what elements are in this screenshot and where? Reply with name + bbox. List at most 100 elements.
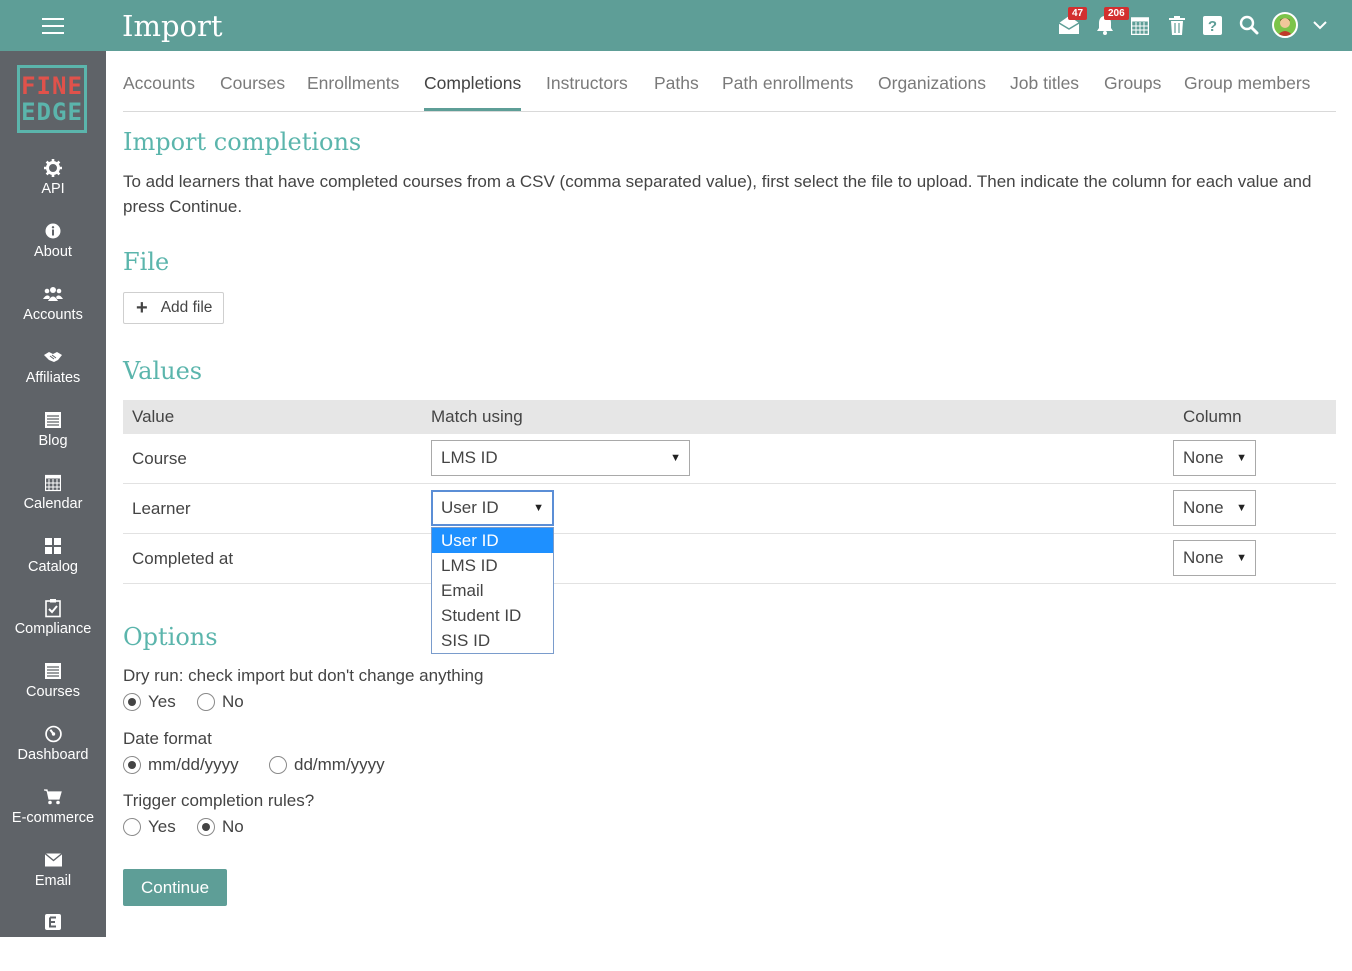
dropdown-arrow-icon: ▼ bbox=[1236, 502, 1247, 514]
table-header: Value Match using Column bbox=[123, 400, 1336, 434]
sidebar-item-accounts[interactable]: Accounts bbox=[0, 283, 106, 343]
chevron-down-icon bbox=[1313, 20, 1327, 29]
info-icon bbox=[45, 223, 61, 239]
tab-group-members[interactable]: Group members bbox=[1184, 73, 1310, 94]
dropdown-option-sis-id[interactable]: SIS ID bbox=[432, 628, 553, 653]
course-column-select[interactable]: None ▼ bbox=[1173, 440, 1256, 476]
search-icon bbox=[1239, 15, 1259, 35]
sidebar-item-label: Courses bbox=[26, 684, 80, 700]
completed-at-column-select[interactable]: None ▼ bbox=[1173, 540, 1256, 576]
dashboard-icon bbox=[44, 725, 62, 743]
learner-column-select[interactable]: None ▼ bbox=[1173, 490, 1256, 526]
avatar[interactable] bbox=[1272, 12, 1298, 38]
completed-at-column-value: None bbox=[1183, 548, 1224, 567]
section-heading-values: Values bbox=[123, 357, 203, 385]
gear-icon bbox=[44, 159, 62, 177]
calendar-icon bbox=[45, 474, 61, 492]
column-header-match-using: Match using bbox=[431, 407, 523, 426]
svg-text:?: ? bbox=[1207, 18, 1216, 35]
sidebar-item-catalog[interactable]: Catalog bbox=[0, 535, 106, 595]
sidebar-item-email[interactable]: Email bbox=[0, 849, 106, 909]
section-heading-options: Options bbox=[123, 623, 218, 651]
dry-run-no-radio[interactable]: No bbox=[197, 692, 244, 712]
fine-edge-logo[interactable]: FINE EDGE bbox=[17, 65, 87, 133]
value-label-learner: Learner bbox=[132, 499, 191, 518]
section-heading-import-completions: Import completions bbox=[123, 128, 362, 156]
trash-icon bbox=[1169, 15, 1185, 35]
sidebar-item-about[interactable]: About bbox=[0, 220, 106, 280]
radio-circle bbox=[197, 818, 215, 836]
tab-enrollments[interactable]: Enrollments bbox=[307, 73, 399, 94]
sidebar-item-e-commerce[interactable]: E-commerce bbox=[0, 786, 106, 846]
continue-button[interactable]: Continue bbox=[123, 869, 227, 906]
course-match-select[interactable]: LMS ID ▼ bbox=[431, 440, 690, 476]
sidebar-item-label: About bbox=[34, 244, 72, 260]
tab-accounts[interactable]: Accounts bbox=[123, 73, 195, 94]
learner-column-value: None bbox=[1183, 498, 1224, 517]
tab-instructors[interactable]: Instructors bbox=[546, 73, 628, 94]
plus-icon: + bbox=[136, 297, 148, 319]
column-header-value: Value bbox=[132, 407, 175, 426]
tab-groups[interactable]: Groups bbox=[1104, 73, 1161, 94]
radio-circle bbox=[123, 693, 141, 711]
menu-toggle-button[interactable] bbox=[0, 0, 106, 51]
notifications-badge: 206 bbox=[1104, 7, 1129, 20]
hamburger-icon bbox=[42, 15, 64, 36]
date-format-mmddyyyy-radio[interactable]: mm/dd/yyyy bbox=[123, 755, 239, 775]
messages-button[interactable]: 47 bbox=[1057, 7, 1088, 37]
dropdown-arrow-icon: ▼ bbox=[670, 452, 681, 464]
logo-text-bottom: EDGE bbox=[21, 98, 83, 126]
dropdown-option-user-id[interactable]: User ID bbox=[432, 528, 553, 553]
add-file-button[interactable]: + Add file bbox=[123, 292, 224, 324]
sidebar-item-dashboard[interactable]: Dashboard bbox=[0, 723, 106, 783]
tab-paths[interactable]: Paths bbox=[654, 73, 699, 94]
radio-label: mm/dd/yyyy bbox=[148, 755, 239, 774]
users-icon bbox=[43, 287, 63, 301]
sidebar-item-api[interactable]: API bbox=[0, 157, 106, 217]
sidebar-item-label: Catalog bbox=[28, 559, 78, 575]
date-format-question: Date format bbox=[123, 729, 212, 748]
messages-badge: 47 bbox=[1068, 7, 1088, 20]
add-file-label: Add file bbox=[160, 299, 213, 316]
dropdown-arrow-icon: ▼ bbox=[533, 502, 544, 514]
tab-organizations[interactable]: Organizations bbox=[878, 73, 986, 94]
radio-circle bbox=[123, 818, 141, 836]
sidebar-item-courses[interactable]: Courses bbox=[0, 660, 106, 720]
tab-courses[interactable]: Courses bbox=[220, 73, 285, 94]
learner-match-select[interactable]: User ID ▼ bbox=[431, 490, 554, 526]
dropdown-option-lms-id[interactable]: LMS ID bbox=[432, 553, 553, 578]
values-table: Value Match using Column Course LMS ID ▼… bbox=[123, 400, 1336, 584]
dry-run-yes-radio[interactable]: Yes bbox=[123, 692, 176, 712]
dropdown-arrow-icon: ▼ bbox=[1236, 552, 1247, 564]
tab-completions[interactable]: Completions bbox=[424, 73, 522, 111]
radio-label: Yes bbox=[148, 692, 176, 711]
clipboard-check-icon bbox=[45, 599, 61, 618]
trigger-rules-yes-radio[interactable]: Yes bbox=[123, 817, 176, 837]
tab-job-titles[interactable]: Job titles bbox=[1010, 73, 1079, 94]
sidebar-item-label: Accounts bbox=[23, 307, 83, 323]
help-button[interactable]: ? bbox=[1200, 13, 1224, 37]
sidebar-item-affiliates[interactable]: Affiliates bbox=[0, 346, 106, 406]
dropdown-option-email[interactable]: Email bbox=[432, 578, 553, 603]
sidebar-item-blog[interactable]: Blog bbox=[0, 409, 106, 469]
trash-button[interactable] bbox=[1165, 13, 1189, 37]
value-label-completed-at: Completed at bbox=[132, 549, 234, 568]
notifications-button[interactable]: 206 bbox=[1093, 7, 1129, 37]
learner-match-dropdown-list: User ID LMS ID Email Student ID SIS ID bbox=[431, 527, 554, 654]
import-tabs: Accounts Courses Enrollments Completions… bbox=[123, 60, 1336, 112]
e-letter-icon bbox=[45, 914, 61, 930]
dropdown-option-student-id[interactable]: Student ID bbox=[432, 603, 553, 628]
account-menu-button[interactable] bbox=[1308, 13, 1332, 37]
calendar-button[interactable] bbox=[1128, 13, 1152, 37]
sidebar-item-compliance[interactable]: Compliance bbox=[0, 597, 106, 657]
sidebar-item-label: E-commerce bbox=[11, 810, 95, 826]
trigger-rules-no-radio[interactable]: No bbox=[197, 817, 244, 837]
sidebar-item-label: Email bbox=[34, 873, 72, 889]
tab-path-enrollments[interactable]: Path enrollments bbox=[722, 73, 853, 94]
sidebar-item-label: Blog bbox=[38, 433, 68, 449]
date-format-ddmmyyyy-radio[interactable]: dd/mm/yyyy bbox=[269, 755, 385, 775]
sidebar-item-more[interactable] bbox=[0, 911, 106, 971]
search-button[interactable] bbox=[1237, 13, 1261, 37]
sidebar-item-calendar[interactable]: Calendar bbox=[0, 472, 106, 532]
course-column-value: None bbox=[1183, 448, 1224, 467]
